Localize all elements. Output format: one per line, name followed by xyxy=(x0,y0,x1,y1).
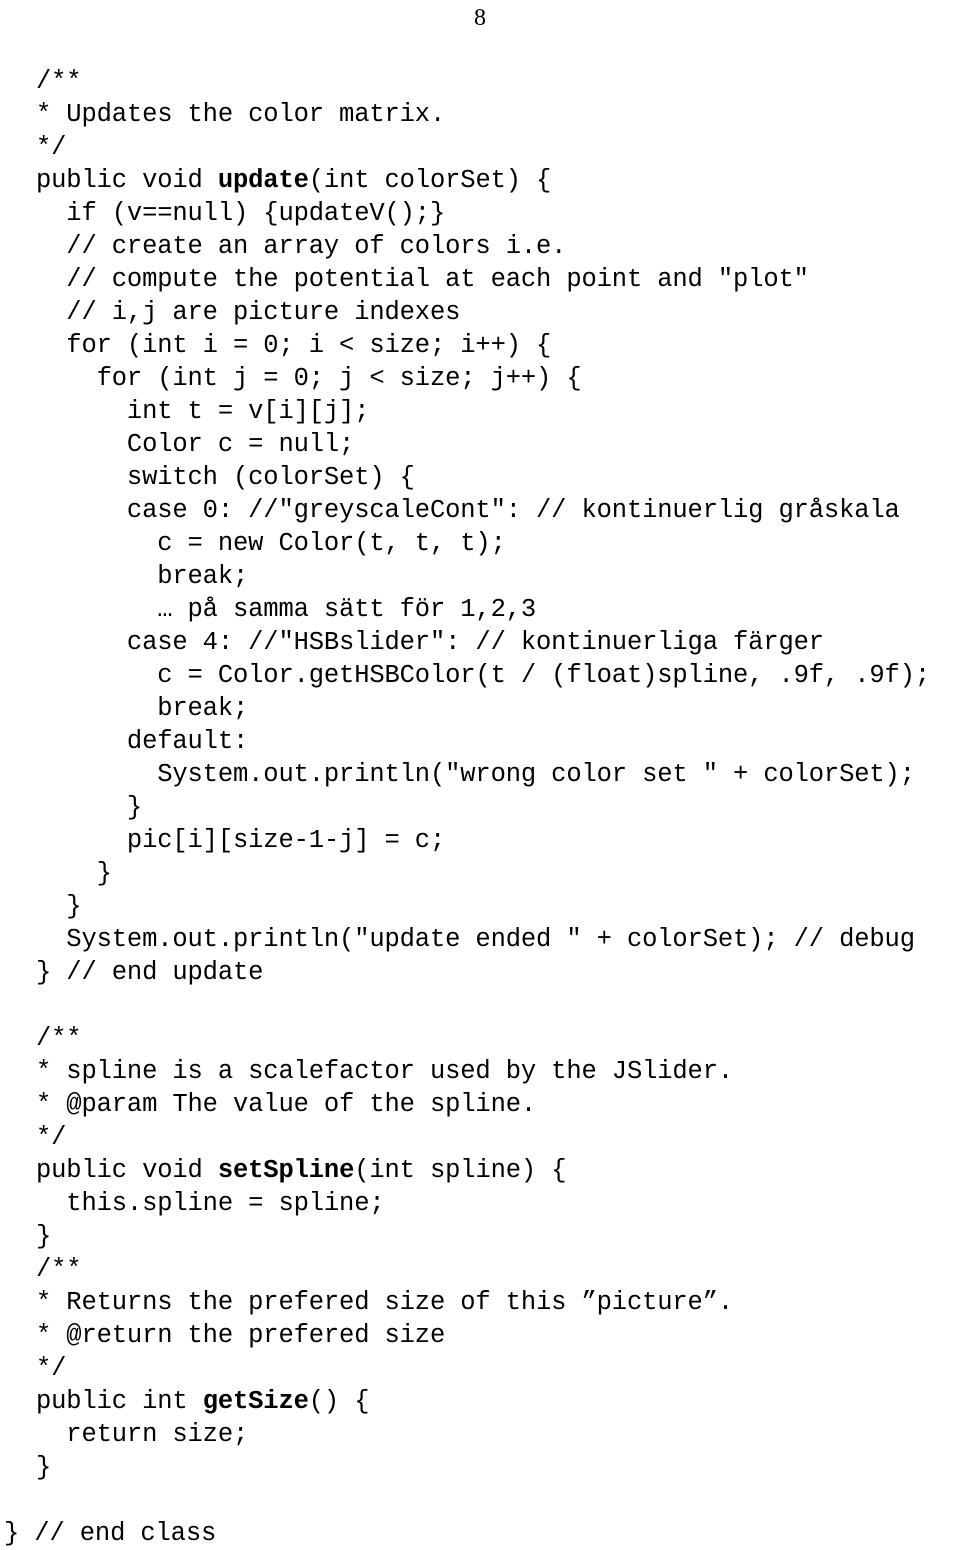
code-line: return size; xyxy=(36,1420,249,1449)
code-line: public void update(int colorSet) { xyxy=(36,166,552,195)
code-line: System.out.println("wrong color set " + … xyxy=(36,760,915,789)
code-line: public int getSize() { xyxy=(36,1387,370,1416)
code-line: */ xyxy=(36,1354,67,1383)
code-line: */ xyxy=(36,1123,67,1152)
code-line: c = Color.getHSBColor(t / (float)spline,… xyxy=(36,661,930,690)
method-name: setSpline xyxy=(217,1156,355,1185)
code-line: /** xyxy=(36,1255,82,1284)
code-line: case 4: //"HSBslider": // kontinuerliga … xyxy=(36,628,824,657)
code-line: case 0: //"greyscaleCont": // kontinuerl… xyxy=(36,496,900,525)
code-line: } xyxy=(36,1222,52,1251)
code-line: */ xyxy=(36,133,67,162)
code-listing: /** * Updates the color matrix. */ public v… xyxy=(0,65,960,1550)
code-line: if (v==null) {updateV();} xyxy=(36,199,446,228)
code-line: for (int j = 0; j < size; j++) { xyxy=(36,364,582,393)
code-line: * spline is a scalefactor used by the JS… xyxy=(36,1057,734,1086)
code-line: } xyxy=(36,1453,52,1482)
code-line: switch (colorSet) { xyxy=(36,463,415,492)
method-name: getSize xyxy=(202,1387,309,1416)
code-line: /** xyxy=(36,1024,82,1053)
code-line: this.spline = spline; xyxy=(36,1189,385,1218)
code-line: } xyxy=(36,859,112,888)
code-line: // compute the potential at each point a… xyxy=(36,265,809,294)
page-header: 8 xyxy=(0,0,960,46)
code-line: Color c = null; xyxy=(36,430,355,459)
code-line: … på samma sätt för 1,2,3 xyxy=(36,595,537,624)
code-line: * Returns the prefered size of this ”pic… xyxy=(36,1288,734,1317)
code-line: break; xyxy=(36,562,249,591)
code-line: int t = v[i][j]; xyxy=(36,397,370,426)
code-line: /** xyxy=(36,67,82,96)
code-line: default: xyxy=(36,727,249,756)
code-line: } xyxy=(36,793,143,822)
code-line: * @return the prefered size xyxy=(36,1321,446,1350)
code-line: public void setSpline(int spline) { xyxy=(36,1156,567,1185)
page-number: 8 xyxy=(474,5,486,31)
code-line: } xyxy=(36,892,82,921)
code-line: for (int i = 0; i < size; i++) { xyxy=(36,331,552,360)
code-line: c = new Color(t, t, t); xyxy=(36,529,506,558)
code-line: // create an array of colors i.e. xyxy=(36,232,567,261)
code-line: // i,j are picture indexes xyxy=(36,298,461,327)
code-line: break; xyxy=(36,694,249,723)
code-line: } // end class xyxy=(4,1519,217,1548)
method-name: update xyxy=(217,166,309,195)
code-line: pic[i][size-1-j] = c; xyxy=(36,826,446,855)
code-line: } // end update xyxy=(36,958,264,987)
code-line: * @param The value of the spline. xyxy=(36,1090,537,1119)
code-line: * Updates the color matrix. xyxy=(36,100,446,129)
code-line: System.out.println("update ended " + col… xyxy=(36,925,915,954)
